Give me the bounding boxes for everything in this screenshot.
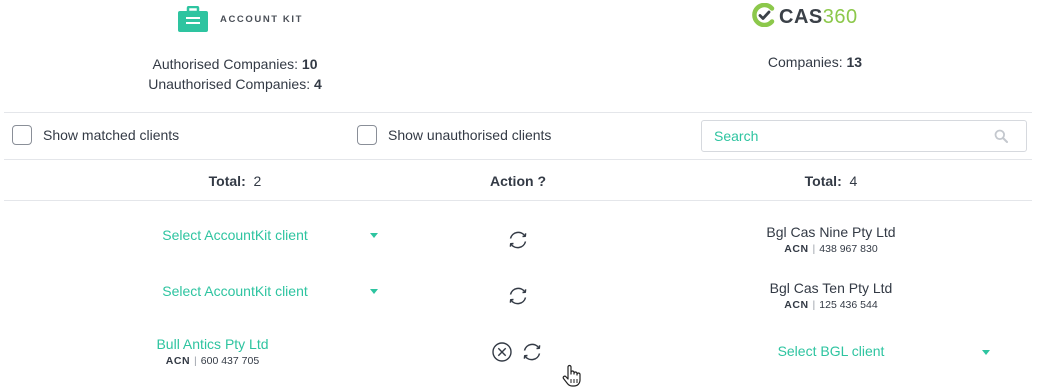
bgl-client-name: Bgl Cas Ten Pty Ltd <box>769 280 893 296</box>
bgl-client-info: Bgl Cas Nine Pty Ltd ACN | 438 967 830 <box>700 223 962 257</box>
authorised-companies: Authorised Companies: 10 <box>100 54 370 74</box>
show-unauthorised-toggle[interactable]: Show unauthorised clients <box>357 125 551 145</box>
briefcase-icon <box>178 5 208 32</box>
acn-label: ACN <box>784 299 809 311</box>
authorised-count: 10 <box>301 56 318 72</box>
cas360-logo-text: CAS360 <box>779 6 858 29</box>
unauthorised-companies: Unauthorised Companies: 4 <box>100 74 370 94</box>
unauthorised-label: Unauthorised Companies: <box>148 76 311 92</box>
table-row: Select AccountKit client Bgl Cas Nine Pt… <box>0 212 1044 268</box>
accountkit-logo: ACCOUNT KIT <box>178 5 304 32</box>
accountkit-client-info: Bull Antics Pty Ltd ACN | 600 437 705 <box>100 335 325 369</box>
sync-icon[interactable] <box>506 228 530 252</box>
acn-value: 438 967 830 <box>819 243 878 255</box>
bgl-client-name: Bgl Cas Nine Pty Ltd <box>766 224 896 240</box>
cas-num: 360 <box>822 5 858 28</box>
companies-count: 13 <box>846 54 863 70</box>
action-label: Action ? <box>490 173 546 189</box>
accountkit-client-name: Bull Antics Pty Ltd <box>156 336 269 352</box>
sync-icon[interactable] <box>520 340 544 364</box>
bgl-client-select[interactable]: Select BGL client <box>700 338 1000 366</box>
cas-text: CAS <box>779 5 823 28</box>
left-total: Total: 2 <box>100 173 370 189</box>
divider <box>4 200 1032 201</box>
accountkit-client-select[interactable]: Select AccountKit client <box>100 277 390 305</box>
unauthorised-count: 4 <box>313 76 322 92</box>
show-matched-checkbox[interactable] <box>12 125 32 145</box>
acn-label: ACN <box>165 355 191 367</box>
column-headers: Total: 2 Action ? Total: 4 <box>0 160 1044 200</box>
hand-cursor-icon <box>562 364 582 388</box>
sync-icon[interactable] <box>506 284 530 308</box>
acn-value: 125 436 544 <box>819 299 878 311</box>
unlink-icon[interactable] <box>490 340 514 364</box>
companies-label: Companies: <box>767 54 843 70</box>
accountkit-select-label: Select AccountKit client <box>162 283 308 299</box>
search-icon[interactable] <box>994 129 1008 143</box>
bgl-select-label: Select BGL client <box>777 343 885 359</box>
right-total-label: Total: <box>804 173 842 189</box>
table-row: Bull Antics Pty Ltd ACN | 600 437 705 Sele… <box>0 324 1044 380</box>
accountkit-logo-text: ACCOUNT KIT <box>220 13 304 25</box>
show-matched-label: Show matched clients <box>43 127 180 143</box>
accountkit-stats: Authorised Companies: 10 Unauthorised Co… <box>100 54 370 94</box>
filter-bar: Show matched clients Show unauthorised c… <box>0 113 1044 159</box>
bgl-client-acn: ACN | 125 436 544 <box>784 299 878 311</box>
left-total-value: 2 <box>253 173 262 189</box>
caret-down-icon[interactable] <box>982 350 990 355</box>
acn-label: ACN <box>784 243 809 255</box>
accountkit-client-acn: ACN | 600 437 705 <box>165 355 260 367</box>
bgl-client-info: Bgl Cas Ten Pty Ltd ACN | 125 436 544 <box>700 279 962 313</box>
action-header: Action ? <box>458 173 578 189</box>
bgl-client-acn: ACN | 438 967 830 <box>784 243 878 255</box>
show-unauthorised-label: Show unauthorised clients <box>388 127 552 143</box>
right-total-value: 4 <box>849 173 858 189</box>
header: ACCOUNT KIT Authorised Companies: 10 Una… <box>0 0 1044 112</box>
show-matched-toggle[interactable]: Show matched clients <box>12 125 179 145</box>
accountkit-client-select[interactable]: Select AccountKit client <box>100 221 390 249</box>
search-box[interactable] <box>701 120 1027 152</box>
acn-value: 600 437 705 <box>200 355 260 367</box>
authorised-label: Authorised Companies: <box>152 56 299 72</box>
cas360-logo-icon <box>752 2 776 32</box>
cas360-logo: CAS360 <box>752 2 858 32</box>
right-total: Total: 4 <box>700 173 962 189</box>
caret-down-icon[interactable] <box>370 233 378 238</box>
search-input[interactable] <box>702 122 982 150</box>
table-row: Select AccountKit client Bgl Cas Ten Pty… <box>0 268 1044 324</box>
show-unauthorised-checkbox[interactable] <box>357 125 377 145</box>
accountkit-select-label: Select AccountKit client <box>162 227 308 243</box>
left-total-label: Total: <box>208 173 246 189</box>
caret-down-icon[interactable] <box>370 289 378 294</box>
cas360-stats: Companies: 13 <box>660 52 970 72</box>
